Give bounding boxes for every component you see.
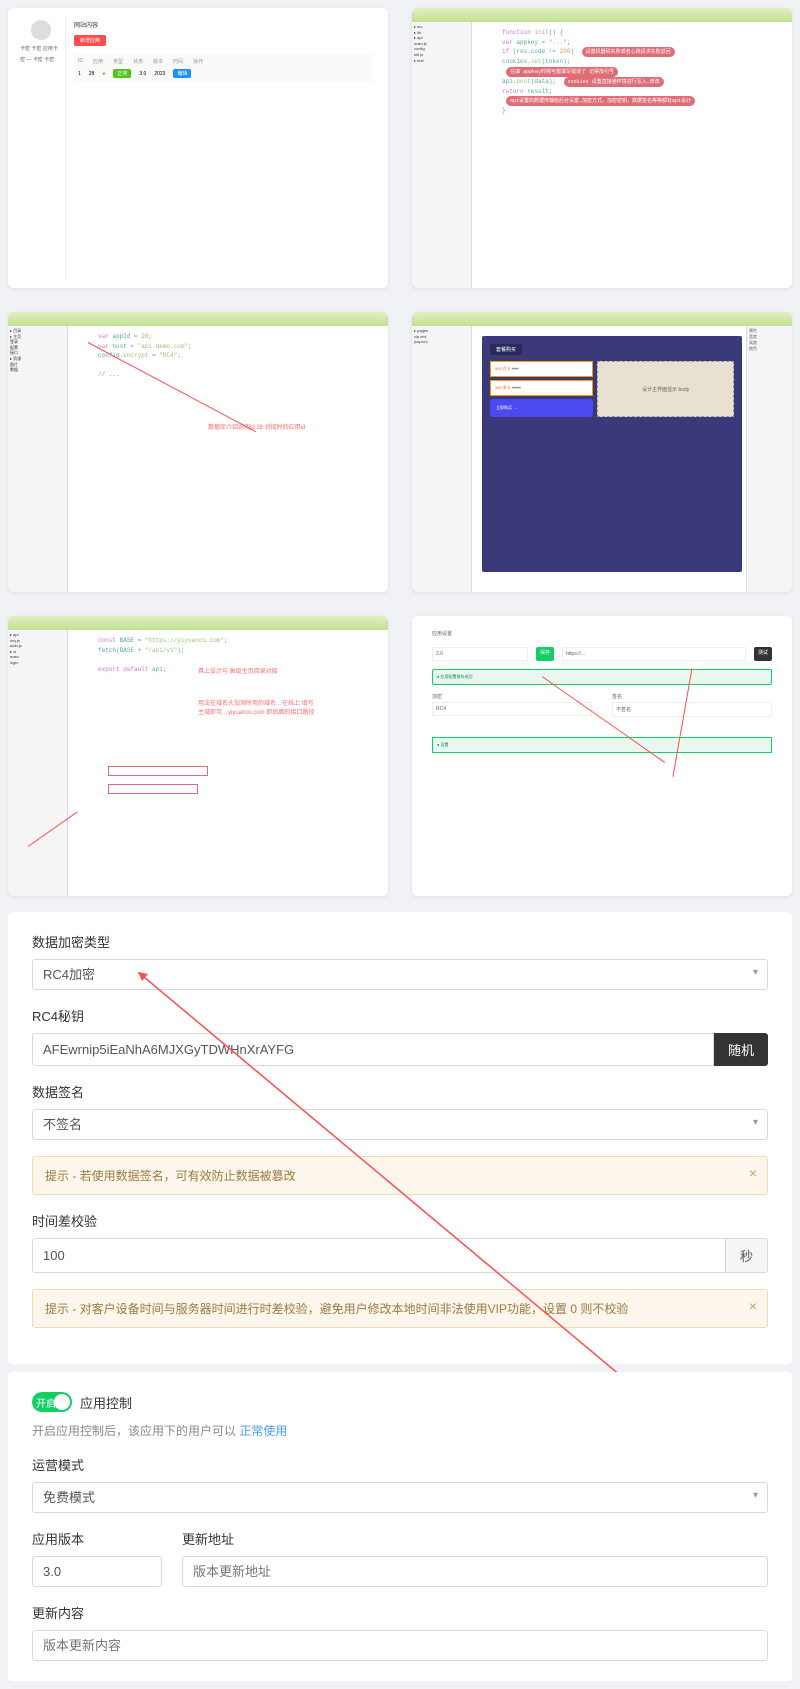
normal-use-link[interactable]: 正常使用 bbox=[239, 1424, 287, 1438]
thumb-ide-errors: ▸ src▸ lib▸ api main.js config util.js▸ … bbox=[412, 8, 792, 288]
mode-label: 运营模式 bbox=[32, 1455, 768, 1474]
timediff-input[interactable] bbox=[32, 1238, 726, 1273]
sign-label: 数据签名 bbox=[32, 1082, 768, 1101]
alert-timediff-tip: 提示 - 对客户设备时间与服务器时间进行时差校验，避免用户修改本地时间非法使用V… bbox=[32, 1289, 768, 1328]
rc4-key-label: RC4秘钥 bbox=[32, 1006, 768, 1025]
random-button[interactable]: 随机 bbox=[714, 1033, 768, 1066]
mode-select[interactable]: 免费模式 bbox=[32, 1482, 768, 1513]
alert-sign-tip: 提示 - 若使用数据签名，可有效防止数据被篡改 × bbox=[32, 1156, 768, 1195]
timediff-unit: 秒 bbox=[726, 1238, 768, 1273]
thumb-ide-preview: ▸ pages vip.xml pay.xml 套餐购买 ¥30 月卡 ¥50 … bbox=[412, 312, 792, 592]
encryption-type-select[interactable]: RC4加密 bbox=[32, 959, 768, 990]
rc4-key-input[interactable] bbox=[32, 1033, 714, 1066]
encryption-type-label: 数据加密类型 bbox=[32, 932, 768, 951]
thumb-admin-panel: 卡密 卡密 应用卡密 — 卡密 卡密 网站内容 新增应用 ID应用类型状态版本时… bbox=[8, 8, 388, 288]
thumb-ide-domain: ▸ api req.js auth.js▸ ui main login cons… bbox=[8, 616, 388, 896]
app-control-help: 开启应用控制后，该应用下的用户可以 正常使用 bbox=[32, 1422, 768, 1439]
update-content-input[interactable] bbox=[32, 1630, 768, 1661]
update-content-label: 更新内容 bbox=[32, 1603, 768, 1622]
version-label: 应用版本 bbox=[32, 1529, 162, 1548]
close-icon[interactable]: × bbox=[749, 1165, 757, 1181]
version-input[interactable] bbox=[32, 1556, 162, 1587]
screenshot-gallery: 卡密 卡密 应用卡密 — 卡密 卡密 网站内容 新增应用 ID应用类型状态版本时… bbox=[0, 0, 800, 904]
app-control-form: 开启 应用控制 开启应用控制后，该应用下的用户可以 正常使用 运营模式 免费模式… bbox=[8, 1372, 792, 1681]
settings-form: 数据加密类型 RC4加密 RC4秘钥 随机 数据签名 不签名 提示 - 若使用数… bbox=[8, 912, 792, 1364]
sign-select[interactable]: 不签名 bbox=[32, 1109, 768, 1140]
update-url-input[interactable] bbox=[182, 1556, 768, 1587]
thumb-ide-appid: ▸ 目录▸ 主页 登录 配置 接口▸ 资源 图片 数据 var appId = … bbox=[8, 312, 388, 592]
close-icon[interactable]: × bbox=[749, 1298, 757, 1314]
admin-sidebar: 卡密 卡密 应用卡密 — 卡密 卡密 bbox=[16, 16, 66, 280]
annotation-domain: 用法在域名头加测所用的域名…在线上 填写主域即可…yiyuanos.com 即后… bbox=[198, 698, 318, 716]
timediff-label: 时间差校验 bbox=[32, 1211, 768, 1230]
annotation-design: 具上设计与 高级主页目录对接 bbox=[198, 666, 278, 675]
app-control-toggle[interactable]: 开启 bbox=[32, 1392, 72, 1412]
add-app-button[interactable]: 新增应用 bbox=[74, 35, 106, 46]
thumb-admin-form: 应用设置 3.0 保存 https://... 测试 ● 应用配置保存成功 加密… bbox=[412, 616, 792, 896]
update-url-label: 更新地址 bbox=[182, 1529, 768, 1548]
annotation-appid: 数据库介绍说明id 28 对接时的应用id bbox=[208, 422, 305, 431]
app-control-label: 应用控制 bbox=[80, 1393, 132, 1412]
